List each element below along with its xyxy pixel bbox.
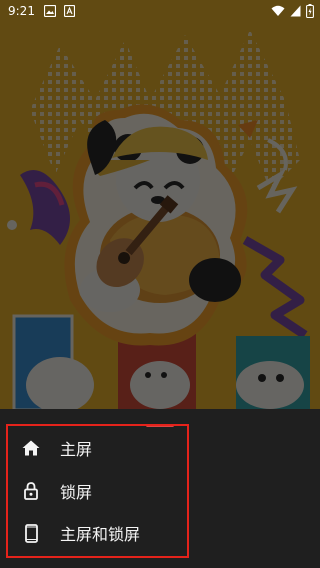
battery-icon	[306, 4, 314, 21]
status-bar: 9:21	[0, 0, 320, 24]
phone-icon	[20, 522, 42, 544]
notification-icons	[43, 4, 76, 20]
lock-icon	[20, 480, 42, 502]
wallpaper-preview	[0, 0, 320, 410]
app-icon	[63, 4, 76, 20]
option-home-and-lock-screen[interactable]: 主屏和锁屏	[20, 520, 140, 546]
wifi-icon	[271, 5, 285, 20]
option-label: 主屏和锁屏	[60, 525, 141, 544]
option-label: 主屏	[60, 440, 93, 459]
system-icons	[271, 4, 314, 21]
option-lock-screen[interactable]: 锁屏	[20, 478, 92, 504]
screen: 9:21 主屏 锁屏 主屏和锁屏	[0, 0, 320, 568]
home-icon	[20, 437, 42, 459]
wallpaper-target-options: 主屏 锁屏 主屏和锁屏	[6, 424, 189, 558]
option-label: 锁屏	[60, 483, 93, 502]
gallery-icon	[43, 4, 57, 20]
signal-icon	[290, 5, 301, 20]
status-time: 9:21	[8, 4, 35, 18]
set-wallpaper-sheet: 主屏 锁屏 主屏和锁屏	[0, 409, 320, 568]
option-home-screen[interactable]: 主屏	[20, 435, 92, 461]
dim-overlay	[0, 0, 320, 410]
